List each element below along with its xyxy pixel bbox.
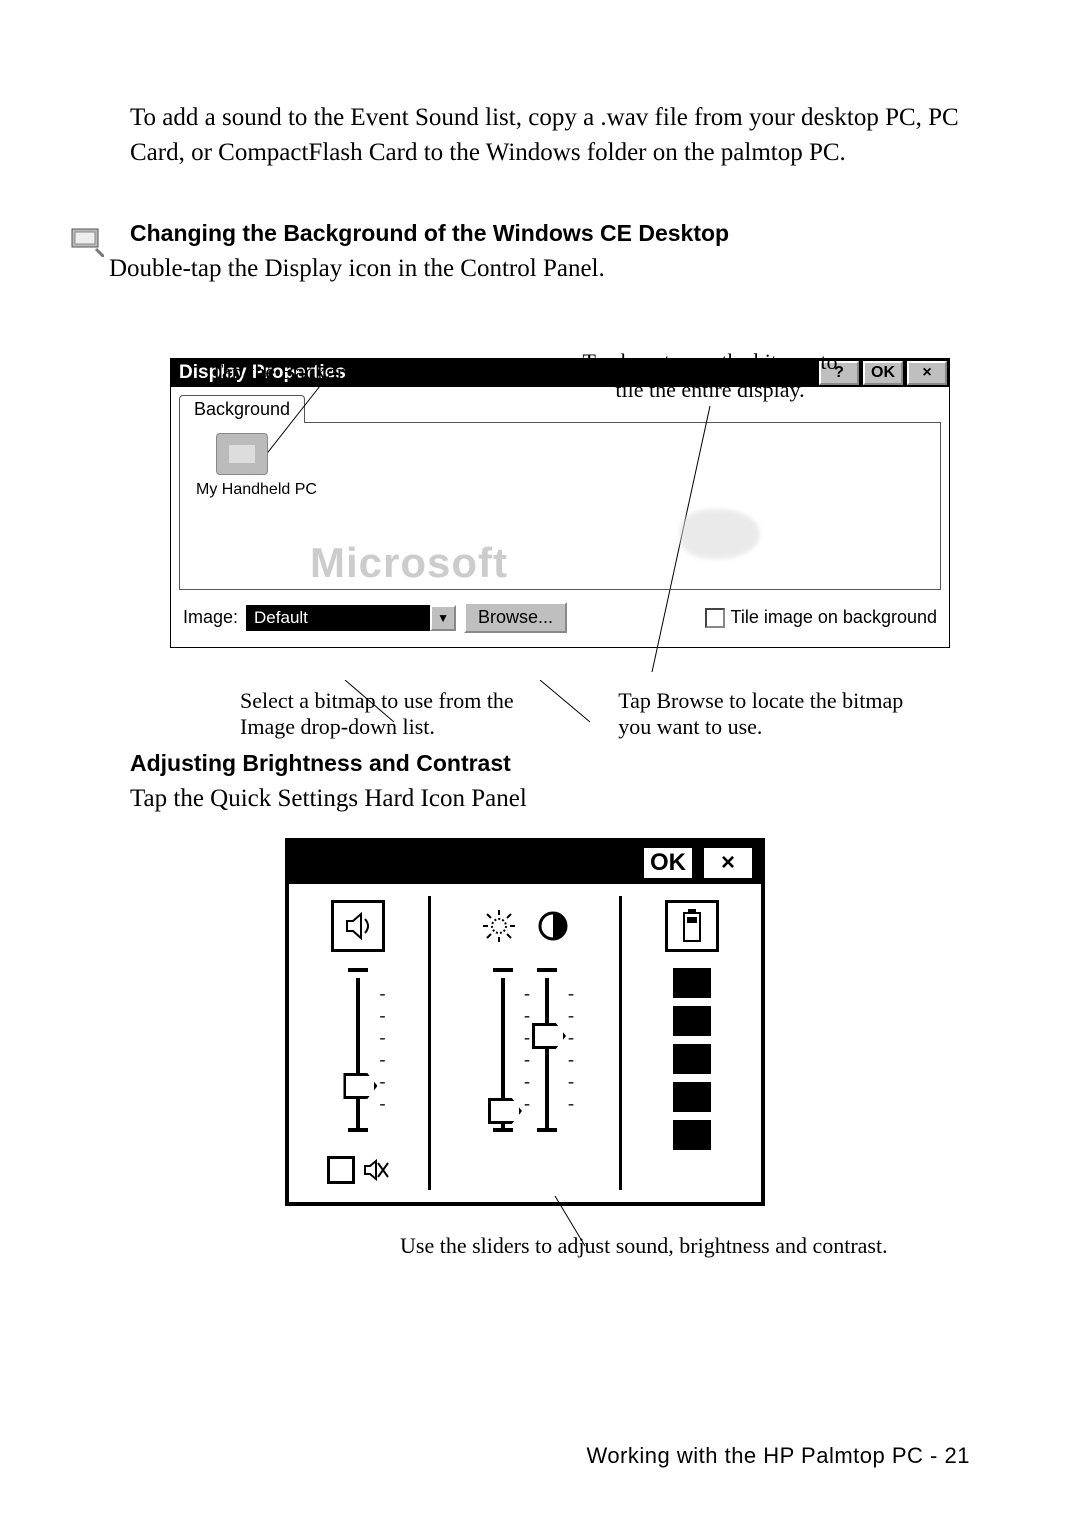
- footer-text: Working with the HP Palmtop PC -: [586, 1443, 937, 1468]
- clouds-graphic: [680, 509, 760, 559]
- mute-checkbox[interactable]: [327, 1156, 389, 1184]
- bg-instruction: Double-tap the Display icon in the Contr…: [80, 255, 970, 283]
- qs-title-bar: OK ×: [289, 842, 761, 884]
- callout-tile: Tap here to use the bitmap to tile the e…: [570, 348, 850, 403]
- handheld-pc-label: My Handheld PC: [196, 481, 924, 499]
- brightness-slider[interactable]: ------: [490, 968, 516, 1138]
- qs-ok-button[interactable]: OK: [641, 845, 695, 881]
- quick-settings-window: OK ×: [285, 838, 765, 1206]
- display-margin-icon: [70, 227, 104, 262]
- volume-slider[interactable]: ------: [345, 968, 371, 1138]
- callout-background-tab: Tap the Background tab.: [210, 358, 426, 386]
- display-properties-figure: Tap the Background tab. Tap here to use …: [170, 358, 950, 740]
- microsoft-watermark: Microsoft: [310, 539, 508, 587]
- brightness-contrast-panel: ------ ------: [431, 884, 619, 1202]
- page-number: 21: [945, 1443, 970, 1468]
- checkbox-box[interactable]: [705, 608, 725, 628]
- desktop-preview: My Handheld PC Microsoft: [179, 423, 941, 590]
- tile-checkbox-label: Tile image on background: [731, 607, 937, 628]
- battery-level-bars: [673, 968, 711, 1150]
- qs-close-button[interactable]: ×: [701, 845, 755, 881]
- tile-checkbox[interactable]: Tile image on background: [705, 607, 937, 628]
- mute-icon: [363, 1159, 389, 1181]
- image-dropdown[interactable]: Default ▼: [246, 605, 456, 631]
- changing-background-heading: Changing the Background of the Windows C…: [130, 220, 970, 247]
- callout-image-dropdown: Select a bitmap to use from the Image dr…: [240, 688, 558, 740]
- volume-panel: ------: [289, 884, 428, 1202]
- image-dropdown-value: Default: [246, 605, 430, 631]
- footer: Working with the HP Palmtop PC - 21: [586, 1443, 970, 1469]
- battery-panel: [622, 884, 761, 1202]
- handheld-pc-icon[interactable]: [216, 433, 268, 475]
- image-label: Image:: [183, 607, 238, 628]
- browse-button[interactable]: Browse...: [464, 602, 567, 633]
- ok-button[interactable]: OK: [863, 361, 903, 385]
- close-button[interactable]: ×: [907, 361, 947, 385]
- brightness-icon: [481, 908, 517, 944]
- chevron-down-icon[interactable]: ▼: [430, 605, 456, 631]
- contrast-slider[interactable]: ------: [534, 968, 560, 1138]
- sliders-caption: Use the sliders to adjust sound, brightn…: [400, 1231, 970, 1261]
- contrast-icon: [537, 910, 569, 942]
- brightness-contrast-heading: Adjusting Brightness and Contrast: [130, 750, 970, 777]
- qs-instruction: Tap the Quick Settings Hard Icon Panel: [80, 785, 970, 813]
- battery-icon: [665, 900, 719, 952]
- intro-paragraph: To add a sound to the Event Sound list, …: [80, 100, 970, 170]
- speaker-icon: [331, 900, 385, 952]
- tab-background[interactable]: Background: [179, 395, 305, 423]
- callout-browse: Tap Browse to locate the bitmap you want…: [618, 688, 910, 740]
- quick-settings-figure: OK ×: [285, 838, 765, 1206]
